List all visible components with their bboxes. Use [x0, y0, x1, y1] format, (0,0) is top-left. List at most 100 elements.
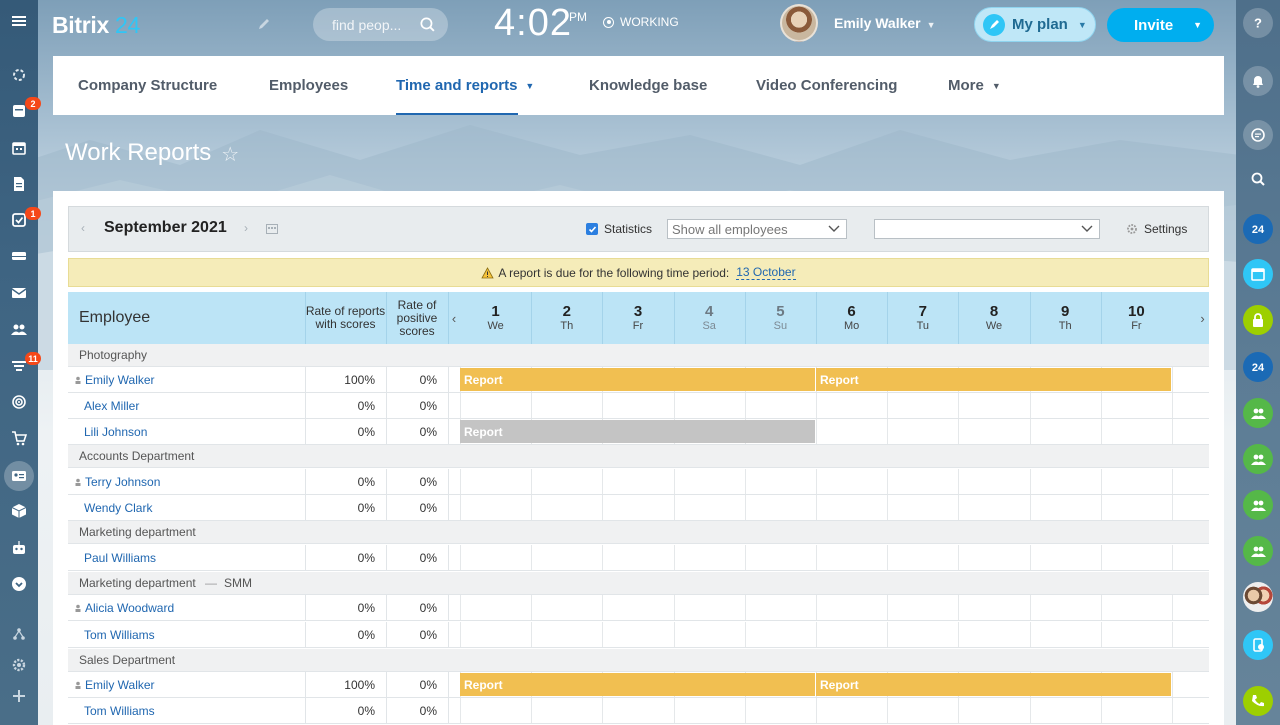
employee-link[interactable]: Lili Johnson [84, 425, 147, 439]
next-month-icon[interactable]: › [244, 221, 248, 235]
employee-link[interactable]: Emily Walker [74, 373, 155, 387]
pencil-icon[interactable] [257, 17, 271, 31]
tab-video-conferencing[interactable]: Video Conferencing [756, 56, 897, 115]
checkbox-checked-icon[interactable] [586, 223, 598, 235]
warning-icon [481, 266, 495, 278]
rate-positive-cell: 0% [386, 672, 448, 697]
day-grid-line [1172, 698, 1173, 723]
menu-icon[interactable] [8, 10, 30, 32]
day-grid-line [1100, 545, 1102, 570]
document-icon[interactable] [8, 173, 30, 195]
tab-knowledge-base[interactable]: Knowledge base [589, 56, 707, 115]
contact-center-icon[interactable] [1243, 630, 1273, 660]
employee-link[interactable]: Tom Williams [84, 628, 155, 642]
statistics-toggle[interactable]: Statistics [586, 222, 652, 236]
tab-employees[interactable]: Employees [269, 56, 348, 115]
day-column-3[interactable]: 3 Fr [602, 292, 673, 344]
phone-icon[interactable] [1243, 686, 1273, 716]
report-bar[interactable]: Report [816, 368, 1171, 391]
star-icon[interactable]: ☆ [221, 142, 239, 167]
group-chat-icon[interactable] [1243, 398, 1273, 428]
scroll-right-icon[interactable]: › [1196, 292, 1209, 344]
employee-link[interactable]: Paul Williams [84, 551, 156, 565]
bitrix24-icon[interactable]: 24 [1243, 214, 1273, 244]
section-separator: — [205, 576, 217, 590]
table-row: Alex Miller 0% 0% [68, 393, 1209, 419]
column-employee[interactable]: Employee [68, 292, 305, 344]
tab-more[interactable]: More ▼ [948, 56, 1001, 115]
department-filter-select[interactable] [874, 219, 1100, 239]
report-bar[interactable]: Report [460, 368, 815, 391]
column-rate-scores[interactable]: Rate of reports with scores [305, 292, 386, 344]
plus-icon[interactable] [8, 685, 30, 707]
flows-icon[interactable] [8, 64, 30, 86]
clock[interactable]: 4:02 PM [494, 2, 587, 45]
day-column-5[interactable]: 5 Su [745, 292, 816, 344]
group-chat-icon[interactable] [1243, 490, 1273, 520]
settings-button[interactable]: Settings [1126, 222, 1187, 236]
spacer-cell [448, 393, 460, 418]
mail-icon[interactable] [8, 282, 30, 304]
day-column-10[interactable]: 10 Fr [1101, 292, 1172, 344]
user-menu[interactable]: Emily Walker ▼ [834, 15, 936, 31]
work-status[interactable]: WORKING [603, 15, 679, 29]
id-card-icon[interactable] [8, 465, 30, 487]
box-icon[interactable] [8, 500, 30, 522]
scroll-left-icon[interactable]: ‹ [448, 292, 460, 344]
lock-icon[interactable] [1243, 305, 1273, 335]
contacts-icon[interactable] [8, 318, 30, 340]
target-icon[interactable] [8, 391, 30, 413]
my-plan-button[interactable]: My plan ▼ [974, 7, 1096, 42]
day-column-1[interactable]: 1 We [460, 292, 531, 344]
calendar-picker-icon[interactable] [266, 224, 278, 234]
bell-icon[interactable] [1243, 66, 1273, 96]
employee-link[interactable]: Emily Walker [74, 678, 155, 692]
group-chat-icon[interactable] [1243, 444, 1273, 474]
drive-icon[interactable] [8, 245, 30, 267]
app-logo[interactable]: Bitrix 24 [52, 12, 140, 39]
bitrix24-network-icon[interactable]: 24 [1243, 352, 1273, 382]
calendar-sidebar-icon[interactable] [1243, 259, 1273, 289]
report-bar[interactable]: Report [816, 673, 1171, 696]
day-column-7[interactable]: 7 Tu [887, 292, 958, 344]
invite-button[interactable]: Invite ▼ [1107, 8, 1214, 42]
column-rate-positive[interactable]: Rate of positive scores [386, 292, 448, 344]
chat-icon[interactable] [1243, 120, 1273, 150]
tab-time-and-reports[interactable]: Time and reports ▼ [396, 56, 534, 115]
current-month[interactable]: September 2021 [104, 219, 227, 237]
employee-link[interactable]: Terry Johnson [74, 475, 160, 489]
search-input[interactable]: find peop... [313, 8, 448, 41]
employees-filter-select[interactable]: Show all employees [667, 219, 847, 239]
day-column-2[interactable]: 2 Th [531, 292, 602, 344]
tab-company-structure[interactable]: Company Structure [78, 56, 217, 115]
employee-link[interactable]: Alicia Woodward [74, 601, 174, 615]
search-icon[interactable] [419, 16, 436, 33]
user-avatar-pair[interactable] [1243, 582, 1273, 612]
calendar-icon[interactable] [8, 137, 30, 159]
employee-link[interactable]: Alex Miller [84, 399, 139, 413]
sitemap-icon[interactable] [8, 623, 30, 645]
employee-link[interactable]: Wendy Clark [84, 501, 152, 515]
day-column-9[interactable]: 9 Th [1030, 292, 1101, 344]
help-icon[interactable]: ? [1243, 8, 1273, 38]
search-sidebar-icon[interactable] [1243, 164, 1273, 194]
chevron-down-icon[interactable] [8, 573, 30, 595]
report-bar[interactable]: Report [460, 673, 815, 696]
table-header: Employee Rate of reports with scores Rat… [68, 292, 1209, 344]
table-row: Paul Williams 0% 0% [68, 545, 1209, 571]
cart-icon[interactable] [8, 427, 30, 449]
day-column-4[interactable]: 4 Sa [674, 292, 745, 344]
avatar[interactable] [780, 4, 818, 42]
day-column-6[interactable]: 6 Mo [816, 292, 887, 344]
due-period-link[interactable]: 13 October [736, 265, 796, 280]
gear-icon[interactable] [8, 654, 30, 676]
section-label: Accounts Department [79, 449, 195, 463]
robot-icon[interactable] [8, 537, 30, 559]
employee-link[interactable]: Tom Williams [84, 704, 155, 718]
day-grid-line [602, 495, 604, 520]
day-column-8[interactable]: 8 We [958, 292, 1029, 344]
report-bar[interactable]: Report [460, 420, 815, 443]
group-chat-icon[interactable] [1243, 536, 1273, 566]
spacer-cell [448, 495, 460, 520]
prev-month-icon[interactable]: ‹ [81, 221, 85, 235]
